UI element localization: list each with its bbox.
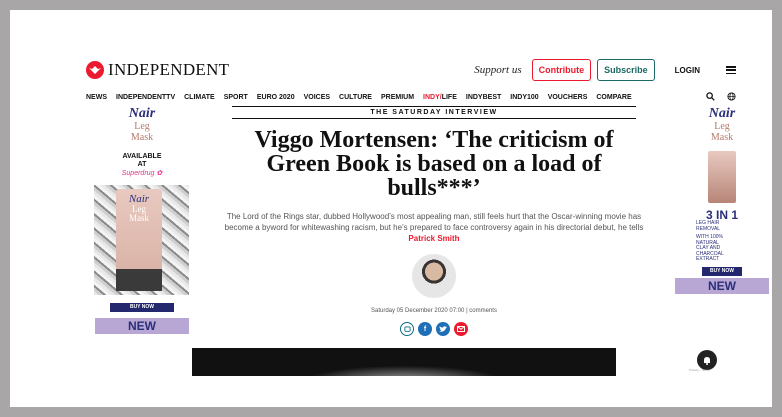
share-bar: f	[214, 322, 654, 336]
browser-viewport: INDEPENDENT Support us Contribute Subscr…	[10, 10, 772, 407]
nav-item-indy100[interactable]: INDY100	[510, 94, 538, 101]
nav-icons	[706, 91, 736, 103]
indy-suffix: LIFE	[441, 93, 457, 101]
nav-item-news[interactable]: NEWS	[86, 94, 107, 101]
ad-product-line1: Leg	[714, 121, 730, 132]
subscribe-button[interactable]: Subscribe	[597, 59, 655, 81]
facebook-icon[interactable]: f	[418, 322, 432, 336]
notification-bell-icon[interactable]	[697, 350, 717, 370]
ad-buy-now-button[interactable]: BUY NOW	[702, 266, 742, 276]
ad-ingredient-line5: EXTRACT	[696, 256, 720, 262]
nav-item-vouchers[interactable]: VOUCHERS	[548, 94, 588, 101]
ad-new-banner: NEW	[675, 277, 769, 294]
logo-text: INDEPENDENT	[108, 60, 230, 79]
privacy-terms[interactable]: Privacy - Terms	[689, 368, 710, 372]
publish-date: Saturday 05 December 2020 07:00 |	[371, 308, 468, 314]
comment-icon[interactable]	[400, 322, 414, 336]
nav-item-independenttv[interactable]: INDEPENDENTTV	[116, 94, 175, 101]
nav-item-premium[interactable]: PREMIUM	[381, 94, 414, 101]
email-icon[interactable]	[454, 322, 468, 336]
dateline: Saturday 05 December 2020 07:00 | commen…	[214, 308, 654, 314]
header-actions: Support us Contribute Subscribe LOGIN	[474, 59, 736, 81]
article-headline: Viggo Mortensen: ‘The criticism of Green…	[254, 127, 614, 201]
nav-item-indybest[interactable]: INDYBEST	[466, 94, 501, 101]
search-icon[interactable]	[706, 91, 715, 103]
menu-icon[interactable]	[726, 66, 736, 74]
main-nav: NEWS INDEPENDENTTV CLIMATE SPORT EURO 20…	[86, 90, 736, 104]
login-link[interactable]: LOGIN	[675, 66, 700, 75]
ad-new-banner: NEW	[95, 318, 189, 335]
ad-available-line2: AT	[137, 161, 147, 169]
nav-item-euro2020[interactable]: EURO 2020	[257, 94, 295, 101]
nav-item-indylife[interactable]: INDY/LIFE	[423, 94, 457, 101]
globe-icon[interactable]	[727, 91, 736, 103]
ad-buy-now-button[interactable]: BUY NOW	[110, 303, 174, 313]
nav-item-climate[interactable]: CLIMATE	[184, 94, 215, 101]
page: INDEPENDENT Support us Contribute Subscr…	[62, 10, 769, 407]
article-standfirst: The Lord of the Rings star, dubbed Holly…	[214, 211, 654, 244]
advert-right[interactable]: Nair Leg Mask 3 IN 1 LEG HAIR REMOVAL WI…	[674, 106, 770, 306]
tube-line2: Mask	[129, 213, 149, 224]
comments-link[interactable]: comments	[469, 308, 497, 314]
ad-tube: Nair Leg Mask	[116, 189, 162, 292]
ad-retailer: Superdrug ✿	[121, 170, 163, 178]
ad-brand: Nair	[708, 106, 736, 121]
ad-product-line2: Mask	[710, 131, 734, 143]
author-avatar	[412, 254, 456, 298]
ad-benefit-line2: REMOVAL	[696, 225, 721, 232]
indy-prefix: INDY/	[423, 93, 442, 101]
ad-product-line1: Leg	[134, 121, 150, 132]
twitter-icon[interactable]	[436, 322, 450, 336]
eagle-icon	[86, 61, 104, 79]
nav-item-compare[interactable]: COMPARE	[596, 94, 631, 101]
author-link[interactable]: Patrick Smith	[408, 234, 459, 243]
advert-left[interactable]: Nair Leg Mask AVAILABLE AT Superdrug ✿ N…	[94, 106, 190, 346]
nav-item-culture[interactable]: CULTURE	[339, 94, 372, 101]
site-header: INDEPENDENT Support us Contribute Subscr…	[86, 50, 736, 90]
ad-three-in-one: 3 IN 1	[705, 208, 738, 222]
ad-brand: Nair	[128, 106, 156, 121]
site-logo[interactable]: INDEPENDENT	[86, 60, 229, 80]
standfirst-text: The Lord of the Rings star, dubbed Holly…	[224, 212, 644, 232]
support-us-text: Support us	[474, 64, 522, 76]
hero-image	[192, 348, 616, 376]
ad-product-line2: Mask	[130, 131, 154, 143]
article: THE SATURDAY INTERVIEW Viggo Mortensen: …	[214, 106, 654, 336]
tube-band	[116, 269, 162, 292]
ad-available-line1: AVAILABLE	[122, 153, 162, 160]
contribute-button[interactable]: Contribute	[531, 59, 592, 81]
ad-tube-image	[708, 151, 736, 203]
ad-product-image: Nair Leg Mask	[94, 185, 189, 296]
article-kicker[interactable]: THE SATURDAY INTERVIEW	[232, 106, 636, 119]
nav-item-voices[interactable]: VOICES	[304, 94, 330, 101]
nav-item-sport[interactable]: SPORT	[224, 94, 248, 101]
